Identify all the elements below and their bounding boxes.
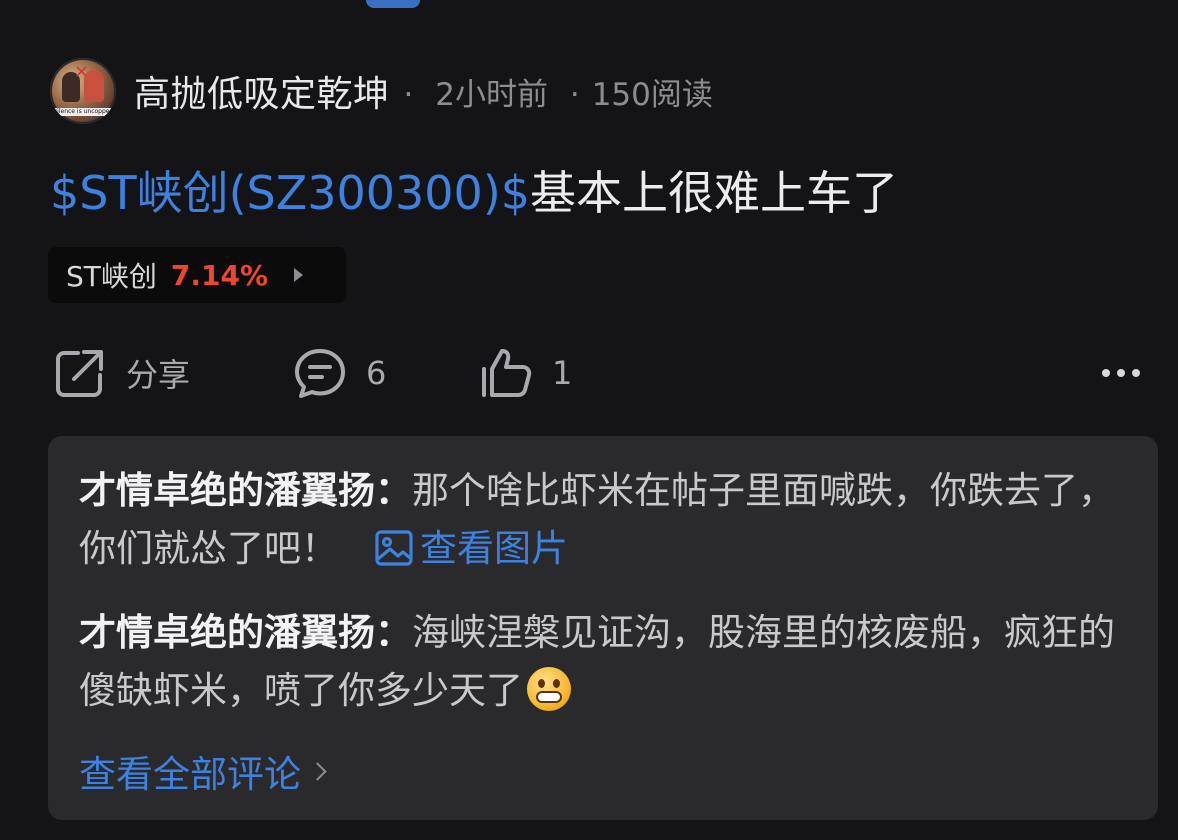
top-indicator [366, 0, 420, 8]
comment-button[interactable]: 6 [292, 343, 386, 403]
meta-separator: · [403, 76, 414, 113]
view-all-label: 查看全部评论 [79, 753, 301, 796]
play-arrow-icon [294, 268, 304, 282]
stock-tag-link[interactable]: $ST峡创(SZ300300)$ [50, 166, 530, 220]
action-bar: 分享 6 1 [52, 343, 1152, 403]
comment-icon [295, 349, 345, 398]
post-page: ✕ silence is uncopper 高抛低吸定乾坤 · 2小时前 · 15… [0, 0, 1178, 840]
comments-preview: 才情卓绝的潘翼扬：那个啥比虾米在帖子里面喊跌，你跌去了，你们就怂了吧！ 查看图片 … [48, 436, 1158, 820]
comment-author[interactable]: 才情卓绝的潘翼扬： [79, 611, 412, 654]
comment-count: 6 [366, 354, 387, 392]
avatar-mark: ✕ [74, 62, 90, 83]
like-count: 1 [552, 354, 573, 392]
view-image-link[interactable]: 查看图片 [374, 527, 568, 570]
post-meta: · 2小时前 · 150阅读 [404, 69, 713, 114]
stock-name: ST峡创 [66, 260, 157, 293]
post-header: ✕ silence is uncopper 高抛低吸定乾坤 · 2小时前 · 15… [50, 58, 713, 124]
share-icon [56, 350, 103, 397]
meta-separator: · [569, 76, 580, 113]
share-button[interactable]: 分享 [52, 343, 190, 403]
chevron-right-icon [308, 761, 327, 781]
avatar[interactable]: ✕ silence is uncopper [50, 58, 116, 124]
thumbs-up-icon [482, 349, 532, 397]
avatar-caption: silence is uncopper [54, 108, 112, 116]
comment-author[interactable]: 才情卓绝的潘翼扬： [79, 469, 412, 512]
stock-chip[interactable]: ST峡创 7.14% [48, 247, 346, 303]
image-icon [375, 530, 413, 566]
share-label: 分享 [126, 356, 191, 394]
post-title-text: 基本上很难上车了 [530, 166, 899, 220]
comment-item[interactable]: 才情卓绝的潘翼扬：海峡涅槃见证沟，股海里的核废船，疯狂的傻缺虾米，喷了你多少天了 [79, 604, 1128, 720]
more-icon [1102, 369, 1140, 377]
post-title: $ST峡创(SZ300300)$基本上很难上车了 [50, 157, 898, 223]
view-all-comments-link[interactable]: 查看全部评论 [79, 744, 327, 798]
post-time: 2小时前 [435, 76, 548, 113]
author-name[interactable]: 高抛低吸定乾坤 [134, 65, 390, 117]
grimacing-face-icon [527, 667, 571, 711]
comment-item[interactable]: 才情卓绝的潘翼扬：那个啥比虾米在帖子里面喊跌，你跌去了，你们就怂了吧！ 查看图片 [79, 462, 1128, 578]
read-count: 150阅读 [591, 76, 713, 113]
stock-change: 7.14% [170, 258, 269, 292]
view-image-label: 查看图片 [420, 527, 568, 570]
more-button[interactable] [1102, 343, 1140, 403]
like-button[interactable]: 1 [478, 343, 572, 403]
